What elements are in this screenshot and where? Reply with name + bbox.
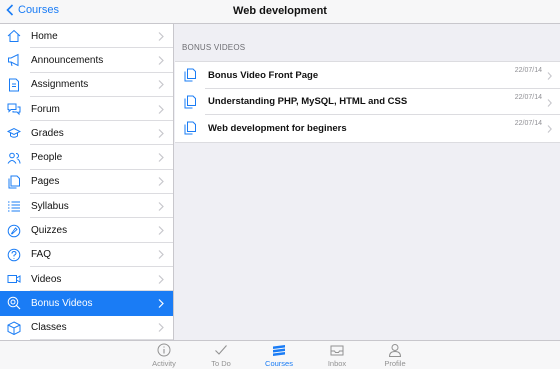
chevron-right-icon <box>158 31 164 41</box>
tab-label: To Do <box>211 359 231 368</box>
tab-label: Inbox <box>327 359 347 368</box>
tab-bar: Activity To Do Courses Inbox Profile <box>0 340 560 369</box>
checkmark-icon <box>215 345 227 355</box>
tab-courses[interactable]: Courses <box>254 343 304 368</box>
pages-icon <box>6 174 22 190</box>
home-icon <box>6 28 22 44</box>
tab-activity[interactable]: Activity <box>139 343 189 368</box>
person-icon <box>388 344 402 357</box>
graduation-cap-icon <box>6 125 22 141</box>
item-date: 22/07/14 <box>514 120 542 127</box>
sidebar-item-label: Announcements <box>31 54 104 66</box>
tab-profile[interactable]: Profile <box>370 343 420 368</box>
video-camera-icon <box>6 271 22 287</box>
cube-icon <box>6 320 22 336</box>
item-date: 22/07/14 <box>514 93 542 101</box>
page-title: Web development <box>233 5 327 17</box>
navigation-bar: Courses Web development <box>0 0 560 24</box>
sidebar-item-announcements[interactable]: Announcements <box>0 48 173 73</box>
stack-icon <box>273 345 285 356</box>
sidebar-item-bonus-videos[interactable]: Bonus Videos <box>0 291 173 316</box>
assignment-doc-icon <box>6 77 22 93</box>
tab-to-do[interactable]: To Do <box>196 343 246 368</box>
tab-inbox[interactable]: Inbox <box>312 343 362 368</box>
app-window: Courses Web development Home Announcemen… <box>0 0 560 369</box>
chevron-right-icon <box>547 125 552 133</box>
item-title: Web development for beginers <box>208 122 347 134</box>
chevron-right-icon <box>158 128 164 138</box>
megaphone-icon <box>6 52 22 68</box>
tab-label: Profile <box>384 359 406 368</box>
sidebar-item-label: Syllabus <box>31 200 69 212</box>
faq-question-icon <box>6 247 22 263</box>
sidebar-item-label: Assignments <box>31 79 89 91</box>
chat-bubbles-icon <box>6 101 22 117</box>
chevron-right-icon <box>158 323 164 333</box>
people-icon <box>6 150 22 166</box>
main-content: BONUS VIDEOS Bonus Video Front Page 22/0… <box>175 24 560 340</box>
tab-label: Activity <box>152 359 176 368</box>
sidebar-item-classes[interactable]: Classes <box>0 316 173 341</box>
sidebar-item-label: Forum <box>31 103 60 115</box>
list-icon <box>6 198 22 214</box>
sidebar-item-label: People <box>31 152 63 164</box>
sidebar-item-syllabus[interactable]: Syllabus <box>0 194 173 219</box>
sidebar-item-label: Grades <box>31 127 64 139</box>
item-date: 22/07/14 <box>514 67 542 74</box>
document-copy-icon <box>184 95 196 109</box>
inbox-tray-icon <box>330 345 344 356</box>
document-copy-icon <box>184 121 196 135</box>
item-title: Bonus Video Front Page <box>208 69 319 81</box>
sidebar-item-label: Videos <box>31 273 62 285</box>
quiz-rocket-icon <box>6 223 22 239</box>
chevron-right-icon <box>158 153 164 163</box>
chevron-right-icon <box>158 274 164 284</box>
sidebar-item-label: Pages <box>31 176 60 188</box>
chevron-right-icon <box>158 201 164 211</box>
sidebar-item-home[interactable]: Home <box>0 24 173 49</box>
bonus-videos-list: Bonus Video Front Page 22/07/14 Understa… <box>175 61 560 143</box>
sidebar-item-pages[interactable]: Pages <box>0 170 173 195</box>
sidebar-item-label: Classes <box>31 322 67 334</box>
sidebar-item-videos[interactable]: Videos <box>0 267 173 292</box>
sidebar-item-label: Home <box>31 30 58 42</box>
chevron-right-icon <box>547 98 552 107</box>
chevron-right-icon <box>158 104 164 114</box>
sidebar-item-faq[interactable]: FAQ <box>0 243 173 268</box>
sidebar-item-label: Bonus Videos <box>31 297 93 309</box>
list-item[interactable]: Web development for beginers 22/07/14 <box>175 115 560 142</box>
sidebar-item-label: FAQ <box>31 249 52 261</box>
sidebar-item-label: Quizzes <box>31 225 68 237</box>
bonus-video-icon <box>6 295 22 311</box>
sidebar-item-quizzes[interactable]: Quizzes <box>0 218 173 243</box>
sidebar-item-people[interactable]: People <box>0 145 173 171</box>
sidebar-item-grades[interactable]: Grades <box>0 121 173 146</box>
item-title: Understanding PHP, MySQL, HTML and CSS <box>208 96 408 108</box>
course-sidebar: Home Announcements Assignments Forum Gra… <box>0 24 174 341</box>
document-copy-icon <box>184 68 196 82</box>
tab-label: Courses <box>265 359 293 368</box>
info-circle-icon <box>157 343 171 357</box>
list-item[interactable]: Bonus Video Front Page 22/07/14 <box>175 62 560 89</box>
chevron-right-icon <box>158 226 164 235</box>
list-item[interactable]: Understanding PHP, MySQL, HTML and CSS 2… <box>175 89 560 116</box>
section-header: BONUS VIDEOS <box>182 43 246 52</box>
sidebar-item-forum[interactable]: Forum <box>0 97 173 122</box>
chevron-right-icon <box>158 250 164 260</box>
chevron-right-icon <box>547 72 552 80</box>
chevron-right-icon <box>158 56 164 65</box>
chevron-right-icon <box>158 298 164 308</box>
sidebar-item-assignments[interactable]: Assignments <box>0 73 173 98</box>
chevron-right-icon <box>158 80 164 90</box>
chevron-right-icon <box>158 177 164 187</box>
